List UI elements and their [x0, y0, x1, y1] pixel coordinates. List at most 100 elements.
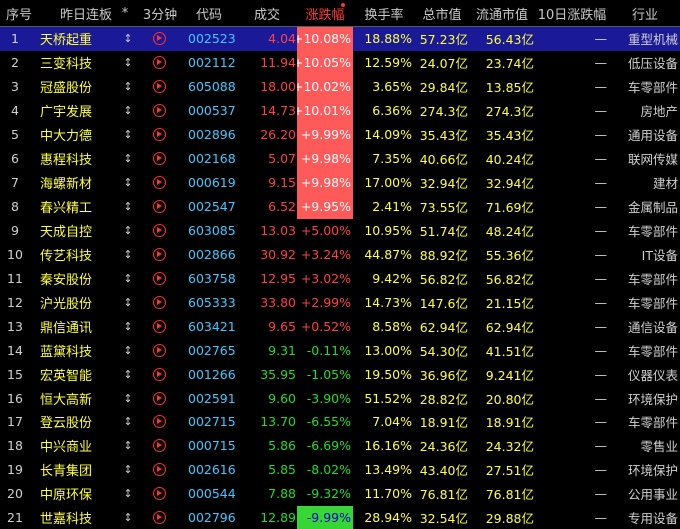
- play-chart-button[interactable]: [148, 123, 170, 147]
- turnover-rate: 13.00%: [364, 342, 412, 358]
- table-row[interactable]: 15 宏英智能 ↕ 001266 35.95 -1.05% 19.50% 36.96亿 9.24…: [0, 362, 680, 386]
- stock-name[interactable]: 传艺科技: [40, 242, 118, 266]
- stock-name[interactable]: 春兴精工: [40, 195, 118, 219]
- play-chart-button[interactable]: [148, 362, 170, 386]
- stock-name[interactable]: 三变科技: [40, 51, 118, 75]
- market-cap: 29.84亿: [419, 80, 468, 96]
- play-chart-button[interactable]: [148, 51, 170, 75]
- turnover-rate: 10.95%: [364, 222, 412, 238]
- table-row[interactable]: 3 冠盛股份 ↕ 605088 18.00 +10.02% 3.65% 29.84亿 13.85…: [0, 74, 680, 99]
- stock-name[interactable]: 蓝黛科技: [40, 338, 118, 362]
- table-row[interactable]: 16 恒大高新 ↕ 002591 9.60 -3.90% 51.52% 28.82亿 20.80…: [0, 386, 680, 410]
- table-row[interactable]: 19 长青集团 ↕ 002616 5.85 -8.02% 13.49% 43.40亿 27.51…: [0, 458, 680, 482]
- turnover-rate: 51.52%: [364, 390, 412, 406]
- play-chart-button[interactable]: [148, 386, 170, 410]
- play-chart-button[interactable]: [148, 99, 170, 123]
- play-chart-button[interactable]: [148, 266, 170, 290]
- table-row[interactable]: 21 世嘉科技 ↕ 002796 12.89 -9.99% 28.94% 32.54亿 29.8…: [0, 505, 680, 529]
- sort-arrows-icon: ↕: [123, 200, 133, 214]
- play-chart-button[interactable]: [148, 27, 170, 51]
- sort-arrows-icon: ↕: [123, 439, 133, 453]
- table-row[interactable]: 2 三变科技 ↕ 002112 11.94 +10.05% 12.59% 24.07亿 23.7…: [0, 50, 680, 75]
- stock-name[interactable]: 冠盛股份: [40, 75, 118, 99]
- col-header-turnover[interactable]: 换手率: [359, 0, 409, 26]
- table-row[interactable]: 20 中原环保 ↕ 000544 7.88 -9.32% 11.70% 76.81亿 76.81…: [0, 482, 680, 506]
- stock-name[interactable]: 天桥起重: [40, 27, 118, 51]
- sort-arrows-icon: ↕: [123, 56, 133, 70]
- play-icon: [152, 176, 166, 190]
- play-chart-button[interactable]: [148, 410, 170, 434]
- float-market-cap: 274.3亿: [485, 104, 534, 120]
- stock-code: 002523: [188, 31, 236, 47]
- col-header-float-cap[interactable]: 流通市值: [472, 0, 532, 26]
- stock-name[interactable]: 长青集团: [40, 458, 118, 482]
- table-header: 序号 昨日连板 * 3分钟 代码 成交 涨跌幅 换手率 总市值 流通市值 10日…: [0, 0, 680, 27]
- stock-code: 002112: [188, 55, 236, 71]
- table-row[interactable]: 8 春兴精工 ↕ 002547 6.52 +9.95% 2.41% 73.55亿 71.69亿 —…: [0, 194, 680, 219]
- table-row[interactable]: 14 蓝黛科技 ↕ 002765 9.31 -0.11% 13.00% 54.30亿 41.51…: [0, 338, 680, 362]
- col-header-code[interactable]: 代码: [196, 0, 226, 26]
- stock-change-pct: -8.02%: [306, 462, 351, 478]
- stock-name[interactable]: 鼎信通讯: [40, 314, 118, 338]
- table-row[interactable]: 12 沪光股份 ↕ 605333 33.80 +2.99% 14.73% 147.6亿 21.1…: [0, 290, 680, 314]
- col-header-market-cap[interactable]: 总市值: [419, 0, 465, 26]
- stock-name[interactable]: 恒大高新: [40, 386, 118, 410]
- table-row[interactable]: 4 广宇发展 ↕ 000537 14.73 +10.01% 6.36% 274.3亿 274.3…: [0, 98, 680, 123]
- play-chart-button[interactable]: [148, 506, 170, 529]
- table-row[interactable]: 11 秦安股份 ↕ 603758 12.95 +3.02% 9.42% 56.82亿 56.82…: [0, 266, 680, 290]
- float-market-cap: 13.85亿: [485, 80, 534, 96]
- table-row[interactable]: 18 中兴商业 ↕ 000715 5.86 -6.69% 16.16% 24.36亿 24.32…: [0, 434, 680, 458]
- stock-name[interactable]: 惠程科技: [40, 147, 118, 171]
- play-chart-button[interactable]: [148, 314, 170, 338]
- play-chart-button[interactable]: [148, 458, 170, 482]
- industry: 房地产: [640, 104, 678, 120]
- stock-name[interactable]: 海螺新材: [40, 171, 118, 195]
- turnover-rate: 28.94%: [364, 510, 412, 526]
- stock-name[interactable]: 宏英智能: [40, 362, 118, 386]
- play-chart-button[interactable]: [148, 338, 170, 362]
- row-number: 21: [7, 510, 23, 526]
- col-header-mark[interactable]: *: [119, 0, 131, 26]
- col-header-10day[interactable]: 10日涨跌幅: [537, 0, 607, 26]
- float-market-cap: 56.82亿: [485, 271, 534, 287]
- table-row[interactable]: 7 海螺新材 ↕ 000619 9.15 +9.98% 17.00% 32.94亿 32.94亿…: [0, 170, 680, 195]
- col-header-name[interactable]: 昨日连板: [46, 0, 126, 26]
- stock-code: 002547: [188, 199, 236, 215]
- industry: 车零部件: [627, 223, 678, 239]
- col-header-no[interactable]: 序号: [4, 0, 34, 26]
- stock-name[interactable]: 中原环保: [40, 482, 118, 506]
- stock-name[interactable]: 中大力德: [40, 123, 118, 147]
- play-chart-button[interactable]: [148, 171, 170, 195]
- stock-table: 序号 昨日连板 * 3分钟 代码 成交 涨跌幅 换手率 总市值 流通市值 10日…: [0, 0, 680, 529]
- play-icon: [152, 247, 166, 261]
- industry: 联网传媒: [627, 152, 678, 168]
- stock-name[interactable]: 秦安股份: [40, 266, 118, 290]
- stock-name[interactable]: 世嘉科技: [40, 506, 118, 529]
- col-header-3min[interactable]: 3分钟: [138, 0, 182, 26]
- play-chart-button[interactable]: [148, 147, 170, 171]
- play-chart-button[interactable]: [148, 290, 170, 314]
- stock-name[interactable]: 天成自控: [40, 219, 118, 243]
- turnover-rate: 7.35%: [372, 151, 412, 167]
- play-chart-button[interactable]: [148, 195, 170, 219]
- table-row[interactable]: 10 传艺科技 ↕ 002866 30.92 +3.24% 44.87% 88.92亿 55.3…: [0, 242, 680, 266]
- table-row[interactable]: 17 登云股份 ↕ 002715 13.70 -6.55% 7.04% 18.91亿 18.91…: [0, 410, 680, 434]
- table-row[interactable]: 5 中大力德 ↕ 002896 26.20 +9.99% 14.09% 35.43亿 35.43…: [0, 122, 680, 147]
- play-chart-button[interactable]: [148, 434, 170, 458]
- play-chart-button[interactable]: [148, 242, 170, 266]
- table-row[interactable]: 13 鼎信通讯 ↕ 603421 9.65 +0.52% 8.58% 62.94亿 62.94亿…: [0, 314, 680, 338]
- stock-name[interactable]: 广宇发展: [40, 99, 118, 123]
- stock-name[interactable]: 中兴商业: [40, 434, 118, 458]
- stock-name[interactable]: 登云股份: [40, 410, 118, 434]
- play-chart-button[interactable]: [148, 75, 170, 99]
- market-cap: 35.43亿: [419, 128, 468, 144]
- col-header-price[interactable]: 成交: [250, 0, 284, 26]
- market-cap: 32.94亿: [419, 176, 468, 192]
- table-row[interactable]: 6 惠程科技 ↕ 002168 5.07 +9.98% 7.35% 40.66亿 40.24亿 —…: [0, 146, 680, 171]
- play-chart-button[interactable]: [148, 482, 170, 506]
- col-header-industry[interactable]: 行业: [612, 0, 678, 26]
- play-chart-button[interactable]: [148, 219, 170, 243]
- table-row[interactable]: 1 天桥起重 ↕ 002523 4.04 +10.08% 18.88% 57.23亿 56.43…: [0, 27, 680, 51]
- table-row[interactable]: 9 天成自控 ↕ 603085 13.03 +5.00% 10.95% 51.74亿 48.24…: [0, 219, 680, 243]
- stock-name[interactable]: 沪光股份: [40, 290, 118, 314]
